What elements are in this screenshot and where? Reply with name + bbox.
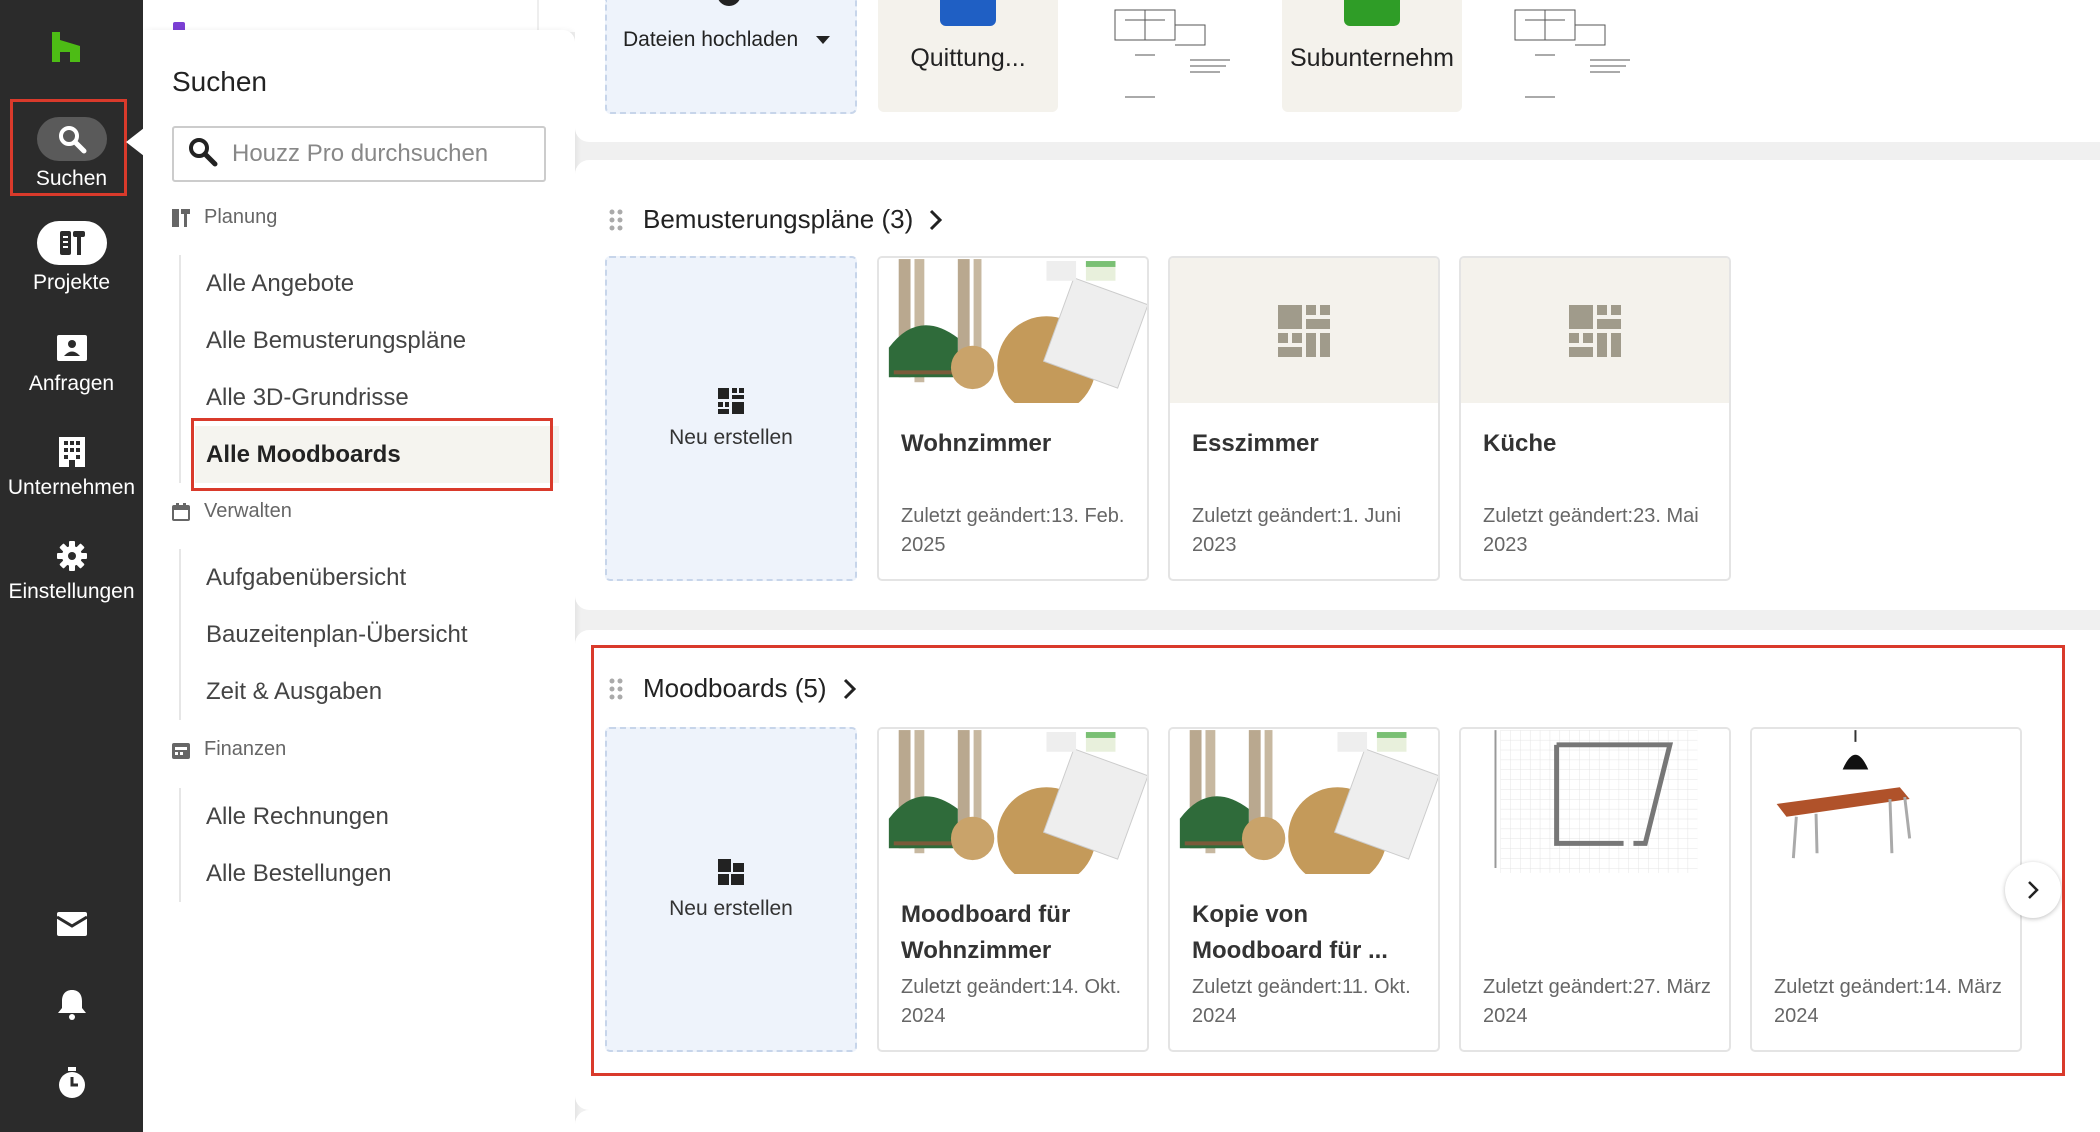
panel-caret: [126, 128, 144, 156]
menu-item-all-selection-plans[interactable]: Alle Bemusterungspläne: [181, 312, 559, 369]
rail-company[interactable]: Unternehmen: [0, 434, 143, 500]
section-title: Verwalten: [204, 500, 292, 522]
selection-plans-header[interactable]: Bemusterungspläne (3): [609, 204, 943, 235]
menu-item-all-orders[interactable]: Alle Bestellungen: [181, 845, 559, 902]
card-date: Zuletzt geändert:23. Mai 2023: [1483, 505, 1699, 556]
menu-item-schedule-overview[interactable]: Bauzeitenplan-Übersicht: [181, 606, 559, 663]
search-panel: Suchen Planung Alle Angebote Alle Bemust…: [143, 30, 575, 1132]
file-tile-label: Quittung...: [910, 44, 1026, 72]
placeholder-grid-icon: [1170, 258, 1438, 403]
card-name: Küche: [1483, 430, 1557, 457]
upload-label: Dateien hochladen: [623, 28, 831, 52]
excel-doc-icon: [1344, 0, 1400, 26]
floorplan-thumbnail: [1514, 9, 1630, 98]
finance-icon: [172, 741, 190, 759]
section-title: Finanzen: [204, 738, 287, 760]
building-icon: [37, 434, 107, 470]
verwalten-group: Aufgabenübersicht Bauzeitenplan-Übersich…: [179, 549, 559, 720]
search-highlight-box: [10, 99, 127, 196]
calendar-icon: [172, 502, 190, 521]
upload-label-text: Dateien hochladen: [623, 28, 799, 51]
finanzen-group: Alle Rechnungen Alle Bestellungen: [179, 788, 559, 902]
bell-icon[interactable]: [0, 988, 143, 1020]
section-planung: Planung: [172, 206, 277, 229]
moodboards-highlight-box: [191, 418, 553, 491]
file-tile-subcontractor[interactable]: Subunternehm: [1282, 0, 1462, 112]
search-box[interactable]: [172, 126, 546, 182]
word-doc-icon: [940, 0, 996, 26]
menu-item-all-quotes[interactable]: Alle Angebote: [181, 255, 559, 312]
selection-plans-section: Bemusterungspläne (3) Neu erstellen Wohn…: [575, 160, 2100, 610]
upload-icon: [717, 0, 741, 6]
grid-add-icon: [718, 387, 744, 414]
timer-icon[interactable]: [0, 1067, 143, 1099]
next-section: [575, 1110, 2100, 1132]
moodboard-thumbnail: [879, 258, 1147, 403]
rail-projects-label: Projekte: [32, 271, 111, 294]
mail-icon[interactable]: [0, 912, 143, 936]
floorplan-thumbnail: [1114, 9, 1230, 98]
section-verwalten: Verwalten: [172, 500, 292, 523]
create-selection-plan-button[interactable]: Neu erstellen: [605, 256, 857, 581]
gear-icon: [37, 538, 107, 574]
card-name: Esszimmer: [1192, 430, 1319, 457]
selection-plan-card[interactable]: Küche Zuletzt geändert:23. Mai 2023: [1459, 256, 1731, 581]
card-date: Zuletzt geändert:13. Feb. 2025: [901, 505, 1125, 556]
panel-title: Suchen: [172, 66, 267, 97]
moodboards-section-highlight-box: [591, 645, 2065, 1076]
caret-down-icon: [816, 36, 831, 44]
panel-top-strip: [143, 0, 575, 32]
search-icon: [188, 137, 218, 172]
selection-plans-title: Bemusterungspläne (3): [643, 204, 914, 234]
projects-icon: [36, 221, 107, 265]
create-label: Neu erstellen: [669, 425, 793, 449]
card-date: Zuletzt geändert:1. Juni 2023: [1192, 505, 1402, 556]
rail-settings-label: Einstellungen: [8, 580, 135, 603]
rail-requests[interactable]: Anfragen: [0, 330, 143, 396]
drag-handle-icon: [609, 209, 623, 230]
panel-divider: [537, 0, 539, 32]
card-name: Wohnzimmer: [901, 430, 1052, 457]
houzz-logo[interactable]: [50, 32, 82, 62]
placeholder-grid-icon: [1461, 258, 1729, 403]
section-title: Planung: [204, 206, 278, 228]
search-input[interactable]: [232, 140, 532, 168]
menu-item-task-overview[interactable]: Aufgabenübersicht: [181, 549, 559, 606]
inbox-card-icon: [37, 330, 107, 366]
chevron-right-icon: [930, 209, 943, 230]
menu-item-all-invoices[interactable]: Alle Rechnungen: [181, 788, 559, 845]
section-finanzen: Finanzen: [172, 738, 286, 761]
files-section: Dateien hochladen Quittung... Subunterne…: [575, 0, 2100, 142]
file-tile-label: Subunternehm: [1289, 44, 1454, 72]
rail-requests-label: Anfragen: [28, 372, 115, 395]
rail-company-label: Unternehmen: [7, 476, 136, 499]
rail-projects[interactable]: Projekte: [0, 221, 143, 295]
planning-icon: [172, 208, 190, 227]
file-tile-receipt[interactable]: Quittung...: [878, 0, 1058, 112]
rail-settings[interactable]: Einstellungen: [0, 538, 143, 604]
menu-item-time-expenses[interactable]: Zeit & Ausgaben: [181, 663, 559, 720]
selection-plan-card[interactable]: Wohnzimmer Zuletzt geändert:13. Feb. 202…: [877, 256, 1149, 581]
upload-files-button[interactable]: Dateien hochladen: [605, 0, 857, 114]
selection-plan-card[interactable]: Esszimmer Zuletzt geändert:1. Juni 2023: [1168, 256, 1440, 581]
